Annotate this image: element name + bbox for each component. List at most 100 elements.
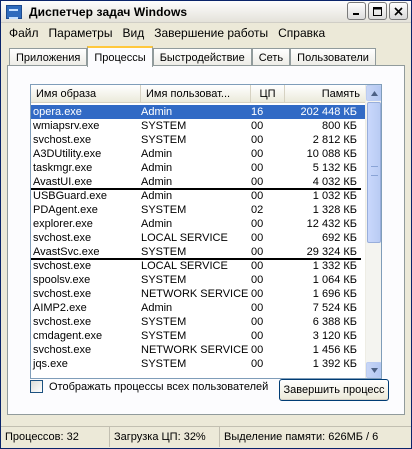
process-cpu: 00 [251,358,264,370]
column-memory[interactable]: Память [285,85,367,103]
process-image-name: AvastSvc.exe [33,246,100,258]
task-manager-window: Диспетчер задач Windows Файл Параметры В… [0,0,412,449]
table-row[interactable]: explorer.exe Admin 00 12 432 КБ [31,217,367,231]
table-row[interactable]: opera.exe Admin 16 202 448 КБ [31,105,367,119]
column-user-name[interactable]: Имя пользоват... [141,85,251,103]
table-row[interactable]: AvastSvc.exe SYSTEM 00 29 324 КБ [31,245,367,260]
process-memory: 1 696 КБ [312,288,357,300]
process-image-name: USBGuard.exe [33,190,107,202]
table-row[interactable]: svchost.exe SYSTEM 00 2 812 КБ [31,133,367,147]
column-image-name[interactable]: Имя образа [31,85,141,103]
table-row[interactable]: USBGuard.exe Admin 00 1 032 КБ [31,189,367,203]
process-image-name: svchost.exe [33,260,92,272]
table-row[interactable]: PDAgent.exe SYSTEM 02 1 328 КБ [31,203,367,217]
process-memory: 1 456 КБ [312,344,357,356]
scroll-up-button[interactable] [366,85,381,101]
show-all-users-checkbox[interactable] [30,380,43,393]
process-cpu: 00 [251,134,264,146]
table-row[interactable]: svchost.exe LOCAL SERVICE 00 1 332 КБ [31,259,367,273]
tab-users[interactable]: Пользователи [290,48,376,66]
table-row[interactable]: spoolsv.exe SYSTEM 00 1 064 КБ [31,273,367,287]
maximize-button[interactable] [368,2,387,20]
column-cpu[interactable]: ЦП [251,85,285,103]
process-cpu: 00 [251,288,264,300]
process-image-name: svchost.exe [33,316,92,328]
process-user-name: NETWORK SERVICE [141,288,249,300]
process-cpu: 00 [251,162,264,174]
process-cpu: 00 [251,330,264,342]
vertical-scrollbar[interactable] [365,85,381,378]
table-row[interactable]: taskmgr.exe Admin 00 5 132 КБ [31,161,367,175]
process-rows: opera.exe Admin 16 202 448 КБ wmiapsrv.exe SY… [31,105,367,371]
process-user-name: Admin [141,218,173,230]
process-user-name: SYSTEM [141,316,187,328]
processes-panel: Имя образа Имя пользоват... ЦП Память op… [7,65,405,415]
status-cpu-usage: Загрузка ЦП: 32% [110,427,220,447]
process-user-name: SYSTEM [141,204,187,216]
process-image-name: A3DUtility.exe [33,148,102,160]
tab-applications[interactable]: Приложения [9,48,88,66]
process-user-name: LOCAL SERVICE [141,232,228,244]
menu-view[interactable]: Вид [117,26,149,40]
process-image-name: PDAgent.exe [33,204,98,216]
process-memory: 1 328 КБ [312,204,357,216]
table-row[interactable]: svchost.exe NETWORK SERVICE 00 1 456 КБ [31,343,367,357]
process-user-name: Admin [141,190,173,202]
process-cpu: 00 [251,302,264,314]
table-row[interactable]: cmdagent.exe SYSTEM 00 3 120 КБ [31,329,367,343]
scroll-thumb[interactable] [367,102,381,243]
process-cpu: 00 [251,148,264,160]
process-memory: 1 032 КБ [312,190,357,202]
status-bar: Процессов: 32 Загрузка ЦП: 32% Выделение… [1,426,411,448]
process-image-name: spoolsv.exe [33,274,91,286]
tab-network[interactable]: Сеть [251,48,291,66]
table-row[interactable]: svchost.exe NETWORK SERVICE 00 1 696 КБ [31,287,367,301]
process-cpu: 00 [251,246,264,258]
menu-shutdown[interactable]: Завершение работы [149,26,273,40]
title-bar[interactable]: Диспетчер задач Windows [1,1,411,23]
process-cpu: 02 [251,204,264,216]
process-image-name: AvastUI.exe [33,176,93,188]
menu-file[interactable]: Файл [4,26,44,40]
tab-processes[interactable]: Процессы [87,46,153,67]
end-process-button[interactable]: Завершить процесс [279,379,389,401]
process-image-name: AIMP2.exe [33,302,87,314]
process-user-name: SYSTEM [141,246,187,258]
process-user-name: SYSTEM [141,358,187,370]
table-row[interactable]: svchost.exe LOCAL SERVICE 00 692 КБ [31,231,367,245]
process-image-name: cmdagent.exe [33,330,103,342]
show-all-users-option[interactable]: Отображать процессы всех пользователей [30,380,268,393]
process-memory: 1 332 КБ [312,260,357,272]
table-row[interactable]: jqs.exe SYSTEM 00 1 392 КБ [31,357,367,371]
process-cpu: 00 [251,176,264,188]
table-row[interactable]: wmiapsrv.exe SYSTEM 00 800 КБ [31,119,367,133]
table-row[interactable]: AvastUI.exe Admin 00 4 032 КБ [31,175,367,190]
process-list[interactable]: Имя образа Имя пользоват... ЦП Память op… [30,84,382,379]
process-memory: 5 132 КБ [312,162,357,174]
process-user-name: SYSTEM [141,330,187,342]
process-cpu: 00 [251,344,264,356]
scroll-down-button[interactable] [366,362,381,378]
process-memory: 6 388 КБ [312,316,357,328]
minimize-button[interactable] [347,2,366,20]
process-memory: 4 032 КБ [312,176,357,188]
show-all-users-label: Отображать процессы всех пользователей [49,380,269,393]
menu-options[interactable]: Параметры [44,26,118,40]
close-icon [394,6,403,16]
chevron-up-icon [370,90,378,96]
chevron-down-icon [370,367,378,373]
process-cpu: 00 [251,316,264,328]
process-image-name: svchost.exe [33,344,92,356]
menu-help[interactable]: Справка [273,26,330,40]
close-button[interactable] [389,2,408,20]
process-cpu: 00 [251,190,264,202]
process-cpu: 16 [251,106,264,118]
process-image-name: jqs.exe [33,358,68,370]
tab-performance[interactable]: Быстродействие [152,48,252,66]
table-row[interactable]: AIMP2.exe Admin 00 7 524 КБ [31,301,367,315]
table-row[interactable]: A3DUtility.exe Admin 00 10 088 КБ [31,147,367,161]
table-row[interactable]: svchost.exe SYSTEM 00 6 388 КБ [31,315,367,329]
process-user-name: Admin [141,176,173,188]
status-process-count: Процессов: 32 [1,427,110,447]
process-memory: 2 812 КБ [312,134,357,146]
